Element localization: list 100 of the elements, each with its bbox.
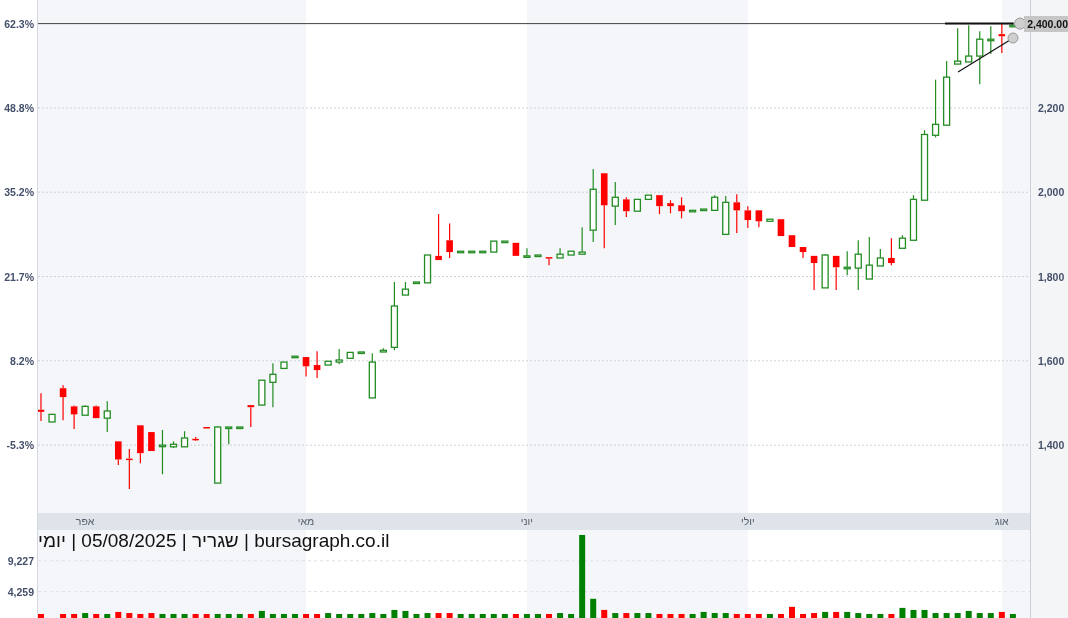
candle <box>567 250 575 256</box>
axis-label: 2,200 <box>1038 100 1065 115</box>
volume-bar <box>181 613 188 618</box>
volume-bar <box>380 613 387 618</box>
volume-bar <box>623 613 630 618</box>
month-label: יוני <box>520 515 534 528</box>
volume-bar <box>855 613 862 618</box>
volume-bar <box>899 607 906 618</box>
candle <box>942 60 951 126</box>
volume-bar <box>258 610 265 618</box>
candle <box>236 426 244 430</box>
axis-label: 9,227 <box>7 553 34 568</box>
horizontal-line[interactable] <box>38 17 1026 30</box>
candle <box>412 281 421 285</box>
volume-bar <box>877 613 884 618</box>
volume-bar <box>413 613 420 618</box>
candle <box>777 218 785 237</box>
candle <box>832 255 840 291</box>
volume-bar <box>789 606 795 618</box>
volume-bar <box>921 609 928 618</box>
price-tag: 2,400.00 <box>1024 15 1068 32</box>
candle <box>423 254 432 284</box>
volume-bar <box>777 613 784 618</box>
candle <box>59 384 67 421</box>
candle <box>766 218 774 222</box>
volume-bar <box>689 613 696 618</box>
volume-bar <box>446 613 453 618</box>
volume-bar <box>247 613 254 618</box>
candle <box>799 246 807 259</box>
axis-label: 1,800 <box>1038 269 1065 284</box>
month-label: יולי <box>740 515 755 528</box>
candle <box>733 193 741 234</box>
volume-bar <box>468 613 475 618</box>
volume-bar <box>557 613 564 618</box>
month-label: מאי <box>297 515 315 528</box>
volume-bar <box>93 613 100 618</box>
volume-bar <box>347 613 354 618</box>
candle <box>688 209 697 213</box>
volume-bar <box>71 613 78 618</box>
candle <box>722 195 730 235</box>
volume-bar <box>700 611 707 618</box>
candle <box>368 352 376 399</box>
volume-bar <box>303 613 310 618</box>
volume-bar <box>800 613 807 618</box>
candle <box>158 429 167 475</box>
candle <box>667 199 674 214</box>
volume-bar <box>546 613 552 618</box>
volume-bar <box>137 613 144 618</box>
candle <box>821 253 829 289</box>
candle <box>611 181 619 226</box>
candle <box>876 248 884 267</box>
volume-bar <box>479 613 486 618</box>
volume-bar <box>766 613 773 618</box>
volume-bar <box>998 611 1005 618</box>
volume-bar <box>457 613 464 618</box>
candle <box>258 379 266 406</box>
trend-line[interactable] <box>957 32 1019 73</box>
candle <box>103 400 111 433</box>
volume-bar <box>148 613 155 618</box>
volume-bar <box>954 613 961 618</box>
candle <box>534 254 542 258</box>
candle <box>954 27 962 65</box>
candle <box>169 440 178 449</box>
volume-bar <box>170 613 177 618</box>
axis-label: 35.2% <box>4 185 34 200</box>
candle <box>225 426 233 445</box>
candle <box>556 247 564 259</box>
candle <box>379 347 387 353</box>
volume-bar <box>314 613 321 618</box>
volume-bar <box>667 613 674 618</box>
candle <box>744 205 752 229</box>
axis-label: 1,400 <box>1038 438 1065 453</box>
candle <box>446 222 453 259</box>
volume-bar <box>678 613 685 618</box>
candle <box>401 281 410 296</box>
volume-bar <box>203 613 210 618</box>
axis-label: 48.8% <box>4 100 34 115</box>
candle <box>711 194 719 211</box>
volume-bar <box>435 613 442 618</box>
candle <box>48 413 56 423</box>
candle <box>335 348 343 365</box>
volume-bar <box>192 613 199 618</box>
candle <box>137 424 144 464</box>
chart-caption: bursagraph.co.il | שגריר | 05/08/2025 | יומי <box>38 530 390 552</box>
volume-bar <box>822 611 829 618</box>
candle <box>479 250 487 254</box>
candle <box>247 404 255 428</box>
volume-bar <box>369 613 376 618</box>
axis-label: 4,259 <box>7 584 34 599</box>
volume-bar <box>60 613 67 618</box>
volume-bar <box>535 613 541 618</box>
candle <box>390 281 399 351</box>
candle <box>501 240 509 244</box>
candle <box>854 239 862 291</box>
volume-bar <box>214 613 221 618</box>
candle <box>38 392 45 422</box>
volume-bar <box>612 613 619 618</box>
volume-bar <box>987 613 994 618</box>
volume-bar <box>590 598 597 618</box>
candle <box>644 194 653 201</box>
